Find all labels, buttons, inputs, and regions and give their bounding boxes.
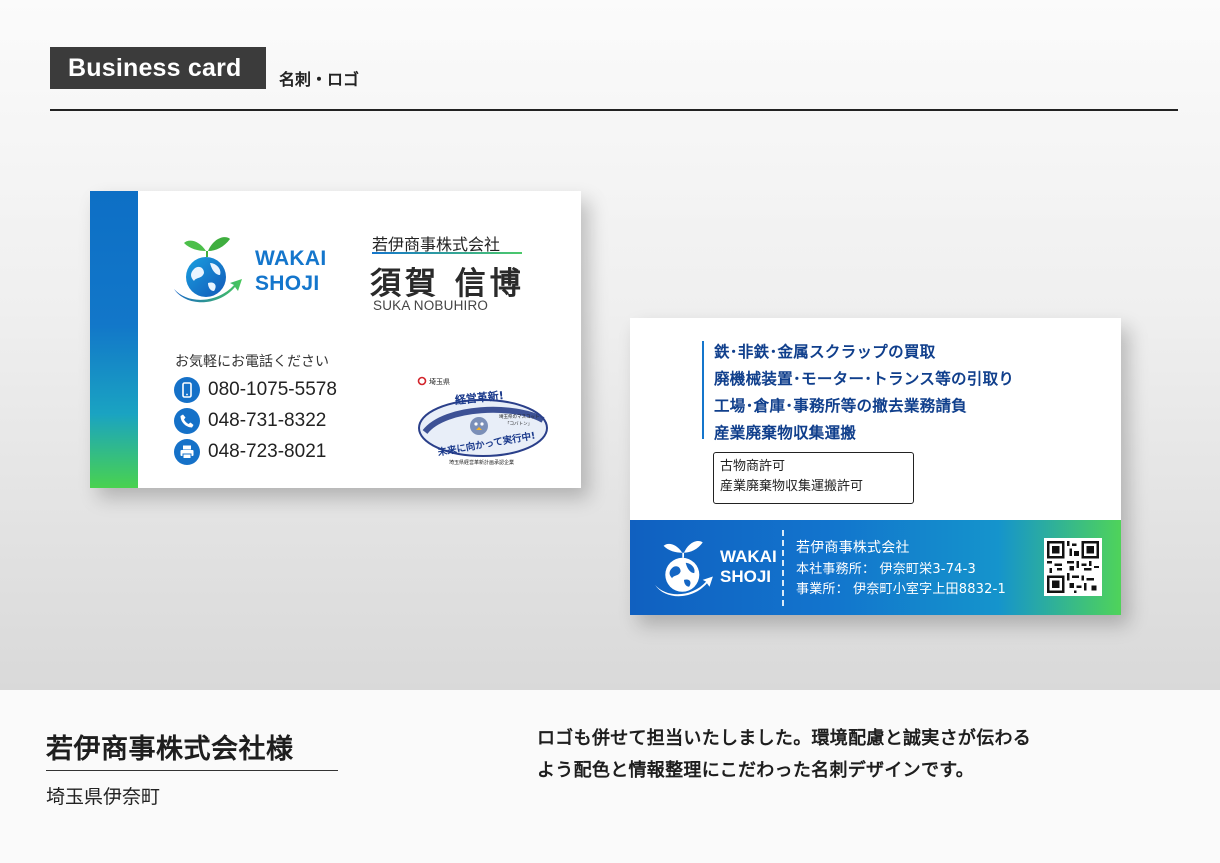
- logo-word-1: WAKAI: [255, 247, 327, 270]
- showcase-stage: Business card 名刺・ロゴ WAKAI SHOJI 若伊商事株式会社…: [0, 0, 1220, 690]
- head-office-address: 本社事務所： 伊奈町栄3-74-3: [796, 562, 976, 577]
- mobile-number: 080-1075-5578: [208, 379, 337, 400]
- mobile-phone-icon: [174, 377, 200, 403]
- contact-fax: 048-723-8021: [174, 439, 326, 465]
- section-subtitle: 名刺・ロゴ: [279, 70, 360, 89]
- business-card-back: 鉄･非鉄･金属スクラップの買取 廃機械装置･モーター･トランス等の引取り 工場･…: [630, 318, 1121, 615]
- service-item: 鉄･非鉄･金属スクラップの買取: [714, 343, 936, 361]
- wakai-shoji-logo-icon: [174, 237, 242, 303]
- client-divider: [46, 770, 338, 771]
- license-box: 古物商許可 産業廃棄物収集運搬許可: [713, 452, 914, 504]
- fax-number: 048-723-8021: [208, 441, 327, 462]
- contact-mobile: 080-1075-5578: [174, 377, 337, 403]
- qr-code: [1044, 538, 1102, 596]
- logo-wordmark: WAKAI SHOJI: [255, 246, 327, 296]
- license-item: 産業廃棄物収集運搬許可: [720, 479, 864, 494]
- office-address: 事業所： 伊奈町小室字上田8832-1: [796, 582, 1006, 597]
- back-info-band: WAKAI SHOJI 若伊商事株式会社 本社事務所： 伊奈町栄3-74-3 事…: [630, 520, 1121, 615]
- license-item: 古物商許可: [720, 459, 786, 474]
- phone-number: 048-731-8322: [208, 410, 327, 431]
- person-name-roman: SUKA NOBUHIRO: [373, 298, 489, 313]
- project-description: ロゴも併せて担当いたしました。環境配慮と誠実さが伝わる よう配色と情報整理にこだ…: [537, 723, 1177, 787]
- section-tag: Business card: [50, 47, 266, 89]
- fax-icon: [174, 439, 200, 465]
- service-item: 廃機械装置･モーター･トランス等の引取り: [714, 370, 1015, 388]
- person-name: 須賀 信博: [370, 266, 525, 302]
- client-location: 埼玉県伊奈町: [46, 786, 161, 808]
- wakai-shoji-logo-icon: [655, 540, 713, 597]
- call-invitation: お気軽にお電話ください: [175, 354, 329, 370]
- badge-footer: 埼玉県経営革新計画承認企業: [449, 459, 514, 466]
- logo-word-1: WAKAI: [720, 547, 777, 566]
- logo-word-2: SHOJI: [255, 272, 320, 296]
- keiei-kakushin-badge: 埼玉県 経営革新! 埼玉県のマスコット 「コバトン」 未来に向かって実行中! 埼…: [417, 376, 548, 466]
- description-line: よう配色と情報整理にこだわった名刺デザインです。: [537, 760, 975, 781]
- badge-prefecture: 埼玉県: [429, 377, 450, 386]
- card-accent-stripe: [90, 191, 138, 488]
- header-divider: [50, 109, 1178, 111]
- badge-mascot-note-1: 埼玉県のマスコット: [499, 413, 540, 420]
- dashed-divider: [782, 530, 784, 606]
- service-accent-bar: [702, 341, 704, 439]
- logo-wordmark: WAKAI SHOJI: [720, 547, 777, 588]
- phone-icon: [174, 408, 200, 434]
- contact-phone: 048-731-8322: [174, 408, 326, 434]
- client-name: 若伊商事株式会社様: [46, 734, 294, 765]
- service-item: 工場･倉庫･事務所等の撤去業務請負: [714, 397, 968, 415]
- badge-mascot-note-2: 「コバトン」: [505, 421, 532, 427]
- logo-word-2: SHOJI: [720, 567, 772, 587]
- service-item: 産業廃棄物収集運搬: [714, 424, 857, 442]
- business-card-front: WAKAI SHOJI 若伊商事株式会社 須賀 信博 SUKA NOBUHIRO…: [90, 191, 581, 488]
- company-underline: [372, 252, 522, 254]
- company-name: 若伊商事株式会社: [796, 540, 910, 556]
- description-line: ロゴも併せて担当いたしました。環境配慮と誠実さが伝わる: [537, 728, 1032, 749]
